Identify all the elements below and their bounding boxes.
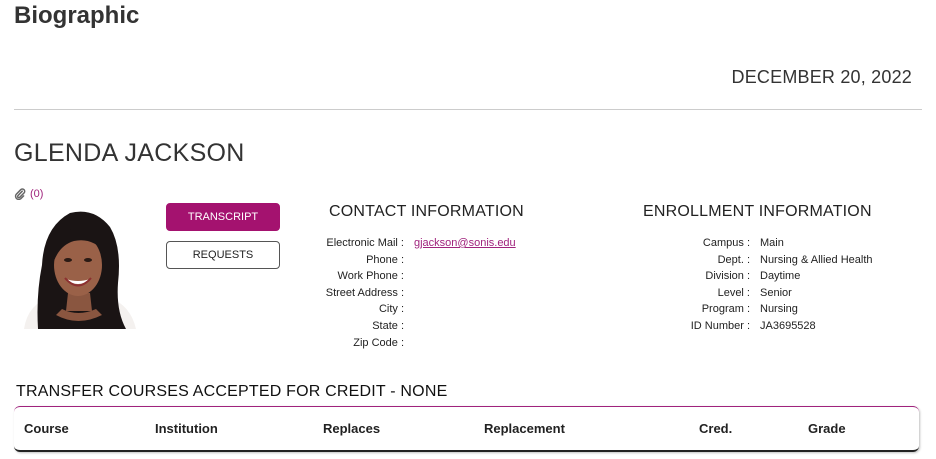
field-value bbox=[404, 320, 414, 337]
contact-row-state: State : bbox=[300, 320, 516, 337]
enroll-row-program: Program : Nursing bbox=[640, 303, 873, 320]
field-value: Nursing bbox=[760, 303, 798, 316]
field-label: Phone : bbox=[366, 253, 404, 266]
contact-row-city: City : bbox=[300, 303, 516, 320]
column-header-course[interactable]: Course bbox=[24, 421, 69, 436]
field-label: Program : bbox=[701, 303, 750, 316]
student-photo bbox=[18, 205, 142, 329]
field-value: Senior bbox=[760, 286, 792, 299]
column-header-grade[interactable]: Grade bbox=[808, 421, 846, 436]
field-label: ID Number : bbox=[690, 319, 750, 332]
enrollment-info-heading: ENROLLMENT INFORMATION bbox=[643, 203, 872, 220]
enrollment-info: Campus : Main Dept. : Nursing & Allied H… bbox=[640, 237, 873, 337]
contact-row-email: Electronic Mail : gjackson@sonis.edu bbox=[300, 237, 516, 254]
attachment-count[interactable]: (0) bbox=[30, 188, 43, 200]
enroll-row-campus: Campus : Main bbox=[640, 237, 873, 254]
field-label: Work Phone : bbox=[337, 270, 404, 283]
page-title: Biographic bbox=[14, 2, 140, 29]
contact-info-heading: CONTACT INFORMATION bbox=[329, 203, 524, 220]
column-header-replaces[interactable]: Replaces bbox=[323, 421, 380, 436]
contact-row-work-phone: Work Phone : bbox=[300, 270, 516, 287]
field-value: JA3695528 bbox=[760, 319, 816, 332]
column-header-institution[interactable]: Institution bbox=[155, 421, 218, 436]
field-value: Main bbox=[760, 237, 784, 249]
enroll-row-division: Division : Daytime bbox=[640, 270, 873, 287]
header-divider bbox=[14, 109, 922, 110]
field-value: Daytime bbox=[760, 270, 801, 283]
paperclip-icon bbox=[14, 188, 26, 200]
field-label: Zip Code : bbox=[353, 336, 404, 349]
field-value bbox=[404, 337, 414, 354]
field-label: Campus : bbox=[702, 237, 750, 249]
attachments[interactable]: (0) bbox=[14, 188, 43, 200]
field-value: Nursing & Allied Health bbox=[760, 253, 873, 266]
field-label: Street Address : bbox=[325, 286, 404, 299]
column-header-replacement[interactable]: Replacement bbox=[484, 421, 565, 436]
field-value bbox=[404, 270, 414, 287]
contact-info: Electronic Mail : gjackson@sonis.edu Pho… bbox=[300, 237, 516, 353]
enroll-row-id: ID Number : JA3695528 bbox=[640, 320, 873, 337]
transfer-courses-table: Course Institution Replaces Replacement … bbox=[14, 406, 919, 452]
enroll-row-level: Level : Senior bbox=[640, 287, 873, 304]
current-date: DECEMBER 20, 2022 bbox=[731, 67, 912, 87]
field-value bbox=[404, 303, 414, 320]
email-link[interactable]: gjackson@sonis.edu bbox=[404, 237, 516, 254]
enroll-row-dept: Dept. : Nursing & Allied Health bbox=[640, 254, 873, 271]
contact-row-street: Street Address : bbox=[300, 287, 516, 304]
field-label: City : bbox=[378, 303, 404, 316]
transfer-courses-heading: TRANSFER COURSES ACCEPTED FOR CREDIT - N… bbox=[16, 383, 448, 400]
field-label: State : bbox=[372, 319, 404, 332]
transcript-button[interactable]: TRANSCRIPT bbox=[166, 203, 280, 231]
field-label: Electronic Mail : bbox=[326, 237, 404, 249]
field-value bbox=[404, 254, 414, 271]
field-label: Dept. : bbox=[717, 253, 750, 266]
field-label: Level : bbox=[717, 286, 750, 299]
field-value bbox=[404, 287, 414, 304]
requests-button[interactable]: REQUESTS bbox=[166, 241, 280, 269]
contact-row-zip: Zip Code : bbox=[300, 337, 516, 354]
column-header-credits[interactable]: Cred. bbox=[699, 421, 732, 436]
contact-row-phone: Phone : bbox=[300, 254, 516, 271]
field-label: Division : bbox=[705, 270, 750, 283]
student-name: GLENDA JACKSON bbox=[14, 139, 245, 167]
